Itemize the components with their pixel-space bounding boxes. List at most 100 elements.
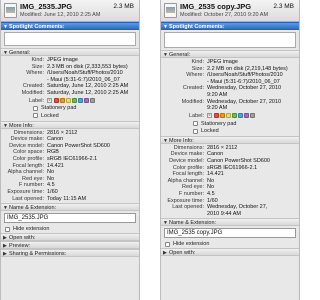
disclosure-triangle-icon[interactable]: ▼ xyxy=(163,137,168,145)
disclosure-triangle-icon[interactable]: ▼ xyxy=(163,219,168,227)
info-label: Dimensions: xyxy=(13,129,44,136)
info-label: Last opened: xyxy=(172,204,204,211)
info-value: No xyxy=(47,169,55,176)
info-row: Created: Saturday, June 12, 2010 2:25 AM xyxy=(3,83,137,90)
section-name-extension[interactable]: ▼ Name & Extension: xyxy=(1,203,139,212)
label-color-green[interactable] xyxy=(72,98,77,104)
file-name-field[interactable]: IMG_2535 copy.JPG xyxy=(164,228,296,239)
section-sharing-permissions[interactable]: ▶ Sharing & Permissions: xyxy=(1,249,139,258)
section-spotlight-comments[interactable]: ▼ Spotlight Comments: xyxy=(161,22,299,30)
info-row: Exposure time: 1/60 xyxy=(163,198,297,205)
disclosure-triangle-icon[interactable]: ▼ xyxy=(163,51,168,59)
hide-extension-option[interactable]: Hide extension xyxy=(1,225,139,233)
section-open-with[interactable]: ▶ Open with: xyxy=(161,248,299,257)
info-label: Modified: xyxy=(21,89,44,96)
locked-checkbox[interactable] xyxy=(33,113,38,119)
disclosure-triangle-icon[interactable]: ▼ xyxy=(3,49,8,57)
label-color-yellow[interactable] xyxy=(66,98,71,104)
section-title: Spotlight Comments: xyxy=(169,24,225,30)
label-color-orange[interactable] xyxy=(220,113,225,119)
disclosure-triangle-icon[interactable]: ▶ xyxy=(3,250,7,258)
info-value: Canon PowerShot SD600 xyxy=(47,142,110,149)
spotlight-comments-field[interactable] xyxy=(4,32,136,46)
info-row: Size: 2.3 MB on disk (2,333,553 bytes) xyxy=(3,64,137,71)
disclosure-triangle-icon[interactable]: ▶ xyxy=(163,249,167,257)
locked-option[interactable]: Locked xyxy=(3,112,137,120)
label-picker: Label: × xyxy=(163,112,297,120)
section-preview[interactable]: ▶ Preview: xyxy=(1,241,139,250)
locked-checkbox[interactable] xyxy=(193,128,198,134)
info-row: - Maui (5:31-6:7)/2010_06_07 xyxy=(163,79,297,86)
info-row: Device make: Canon xyxy=(3,136,137,143)
info-label: Device make: xyxy=(170,151,204,158)
info-label: Dimensions: xyxy=(173,144,204,151)
no-label-icon[interactable]: × xyxy=(47,98,52,104)
info-row: Where:/Users/Noah/Stuff/Photos/2010 xyxy=(163,72,297,79)
hide-extension-checkbox[interactable] xyxy=(5,226,10,232)
info-row: Device model: Canon PowerShot SD600 xyxy=(163,158,297,165)
label-color-blue[interactable] xyxy=(238,113,243,119)
label-color-gray[interactable] xyxy=(250,113,255,119)
label-color-red[interactable] xyxy=(214,113,219,119)
info-value: No xyxy=(47,175,55,182)
label-color-orange[interactable] xyxy=(60,98,65,104)
info-label: Last opened: xyxy=(12,195,44,202)
stationery-pad-checkbox[interactable] xyxy=(33,105,38,111)
section-general[interactable]: ▼ General: xyxy=(1,48,139,56)
info-label: Device make: xyxy=(10,136,44,143)
stationery-pad-option[interactable]: Stationery pad xyxy=(163,120,297,128)
stationery-pad-label: Stationery pad xyxy=(41,105,77,112)
info-row: Created: Wednesday, October 27, 2010 xyxy=(163,85,297,92)
stationery-pad-option[interactable]: Stationery pad xyxy=(3,105,137,113)
section-general[interactable]: ▼ General: xyxy=(161,50,299,58)
info-label: Device model: xyxy=(169,157,204,164)
disclosure-triangle-icon[interactable]: ▼ xyxy=(163,23,168,31)
info-value: 14.421 xyxy=(207,171,224,178)
info-value: /Users/Noah/Stuff/Photos/2010 xyxy=(207,72,283,79)
modified-date: Modified: June 12, 2010 2:25 AM xyxy=(20,12,101,18)
info-value: No xyxy=(207,184,215,191)
info-row: 9:20 AM xyxy=(163,92,297,99)
info-row: Focal length: 14.421 xyxy=(163,171,297,178)
disclosure-triangle-icon[interactable]: ▼ xyxy=(3,122,8,130)
label-color-purple[interactable] xyxy=(244,113,249,119)
info-value: 4.5 xyxy=(207,190,215,197)
section-title: General: xyxy=(9,50,31,56)
info-row: Dimensions: 2816 × 2112 xyxy=(3,130,137,137)
label-color-purple[interactable] xyxy=(84,98,89,104)
no-label-icon[interactable]: × xyxy=(207,113,212,119)
section-open-with[interactable]: ▶ Open with: xyxy=(1,233,139,242)
label-caption: Label: xyxy=(29,97,44,104)
label-color-green[interactable] xyxy=(232,113,237,119)
info-panel-left: IMG_2535.JPG 2.3 MB Modified: June 12, 2… xyxy=(0,0,140,300)
label-color-gray[interactable] xyxy=(90,98,95,104)
spotlight-comments-field[interactable] xyxy=(164,32,296,48)
section-more-info[interactable]: ▼ More Info: xyxy=(161,135,299,145)
info-panel-right: IMG_2535 copy.JPG 2.3 MB Modified: Octob… xyxy=(160,0,300,300)
info-row: Focal length: 14.421 xyxy=(3,163,137,170)
info-value: Wednesday, October 27, 2010 xyxy=(207,98,282,105)
info-row: Red eye: No xyxy=(3,176,137,183)
info-header: IMG_2535.JPG 2.3 MB Modified: June 12, 2… xyxy=(1,0,139,22)
section-spotlight-comments[interactable]: ▼ Spotlight Comments: xyxy=(1,22,139,30)
label-color-yellow[interactable] xyxy=(226,113,231,119)
file-name-field[interactable]: IMG_2535.JPG xyxy=(4,213,136,224)
stationery-pad-checkbox[interactable] xyxy=(193,121,198,126)
info-label: Color space: xyxy=(13,149,44,156)
disclosure-triangle-icon[interactable]: ▼ xyxy=(3,204,8,212)
info-label: Modified: xyxy=(181,98,204,105)
info-label: Color profile: xyxy=(12,155,44,162)
disclosure-triangle-icon[interactable]: ▼ xyxy=(3,23,8,31)
info-row: Alpha channel: No xyxy=(3,169,137,176)
locked-option[interactable]: Locked xyxy=(163,127,297,135)
section-name-extension[interactable]: ▼ Name & Extension: xyxy=(161,218,299,227)
hide-extension-checkbox[interactable] xyxy=(165,241,170,247)
info-row: F number: 4.5 xyxy=(3,182,137,189)
label-color-red[interactable] xyxy=(54,98,59,104)
label-color-blue[interactable] xyxy=(78,98,83,104)
label-picker: Label: × xyxy=(3,97,137,105)
section-more-info[interactable]: ▼ More Info: xyxy=(1,120,139,130)
hide-extension-option[interactable]: Hide extension xyxy=(161,240,299,248)
info-label: Device model: xyxy=(9,142,44,149)
info-value: 2816 × 2112 xyxy=(207,144,238,151)
